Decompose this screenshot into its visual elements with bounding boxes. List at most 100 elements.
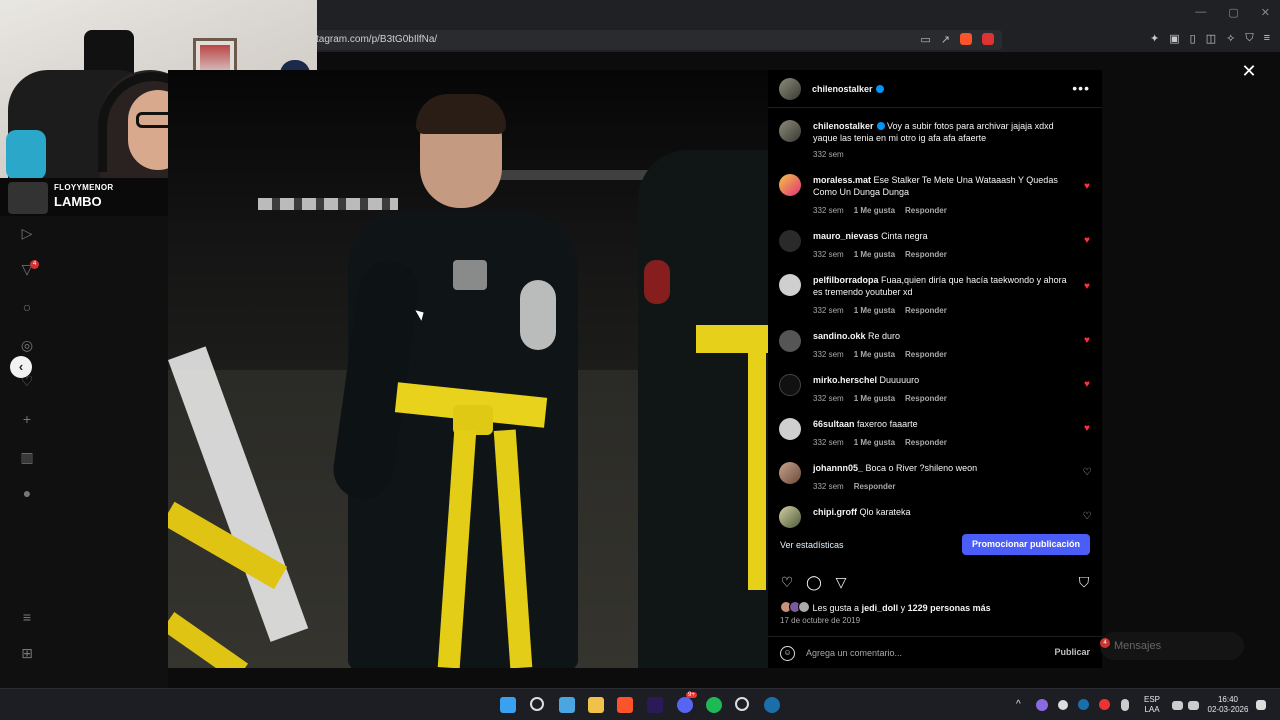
- reply-button[interactable]: Responder: [905, 206, 947, 215]
- comment-like-heart-icon[interactable]: ♥: [1082, 336, 1092, 346]
- file-explorer-icon[interactable]: [588, 697, 604, 713]
- spotify-icon[interactable]: [706, 697, 722, 713]
- commenter-avatar[interactable]: [779, 230, 801, 252]
- keyboard-language[interactable]: ESP LAA: [1140, 695, 1164, 715]
- reply-button[interactable]: Responder: [905, 306, 947, 315]
- extensions-icon[interactable]: ✦: [1150, 32, 1159, 45]
- tray-headset-icon[interactable]: [1058, 700, 1068, 710]
- minimize-button[interactable]: —: [1195, 6, 1206, 19]
- comment-like-heart-icon[interactable]: ♥: [1082, 424, 1092, 434]
- reply-button[interactable]: Responder: [905, 438, 947, 447]
- comment-bubble-icon[interactable]: ◯: [806, 574, 822, 590]
- network-icon[interactable]: [1172, 701, 1183, 710]
- clock[interactable]: 16:40 02-03-2026: [1206, 695, 1250, 715]
- share-send-icon[interactable]: ▽: [833, 574, 849, 590]
- tray-antivirus-icon[interactable]: [1099, 699, 1110, 710]
- close-window-button[interactable]: ✕: [1261, 6, 1270, 19]
- comment-likes[interactable]: 1 Me gusta: [854, 438, 895, 447]
- comment-like-heart-outline-icon[interactable]: ♡: [1082, 512, 1092, 522]
- profile-avatar-icon[interactable]: ●: [18, 484, 36, 502]
- photos-app-icon[interactable]: [559, 697, 575, 713]
- discord-icon[interactable]: [677, 697, 693, 713]
- caption-avatar[interactable]: [779, 120, 801, 142]
- dashboard-icon[interactable]: ▥: [18, 448, 36, 466]
- reply-button[interactable]: Responder: [905, 350, 947, 359]
- commenter-avatar[interactable]: [779, 462, 801, 484]
- taskbar-search-icon[interactable]: [530, 697, 544, 711]
- author-avatar[interactable]: [779, 78, 801, 100]
- more-options-icon[interactable]: •••: [1072, 80, 1090, 96]
- also-from-meta-icon[interactable]: ⊞: [18, 644, 36, 662]
- commenter-username[interactable]: johannn05_: [813, 463, 863, 473]
- author-username[interactable]: chilenostalker: [812, 84, 884, 94]
- maximize-button[interactable]: ▢: [1228, 6, 1238, 19]
- likes-count[interactable]: 1229 personas más: [908, 603, 991, 613]
- comment-like-heart-icon[interactable]: ♥: [1082, 236, 1092, 246]
- close-modal-icon[interactable]: ✕: [1240, 62, 1258, 80]
- address-bar[interactable]: tagram.com/p/B3tG0bIlfNa/ ▭ ↗: [316, 30, 1002, 50]
- commenter-username[interactable]: sandino.okk: [813, 331, 866, 341]
- reply-button[interactable]: Responder: [905, 250, 947, 259]
- reply-button[interactable]: Responder: [905, 394, 947, 403]
- commenter-avatar[interactable]: [779, 330, 801, 352]
- likes-summary[interactable]: Les gusta a jedi_doll y 1229 personas má…: [780, 601, 991, 613]
- post-image[interactable]: [168, 70, 768, 668]
- more-menu-icon[interactable]: ≡: [18, 608, 36, 626]
- share-icon[interactable]: ↗: [941, 33, 950, 46]
- brave-shield-icon[interactable]: [960, 33, 972, 45]
- view-insights-link[interactable]: Ver estadísticas: [780, 540, 844, 550]
- tray-mic-icon[interactable]: [1121, 699, 1129, 711]
- start-menu-icon[interactable]: [500, 697, 516, 713]
- steam-icon[interactable]: [764, 697, 780, 713]
- comment-like-heart-icon[interactable]: ♥: [1082, 380, 1092, 390]
- search-icon[interactable]: ○: [18, 298, 36, 316]
- notifications-center-icon[interactable]: [1256, 700, 1266, 710]
- brave-browser-icon[interactable]: [617, 697, 633, 713]
- tray-app-icon[interactable]: [1036, 699, 1048, 711]
- commenter-username[interactable]: mauro_nievass: [813, 231, 879, 241]
- comment-like-heart-outline-icon[interactable]: ♡: [1082, 468, 1092, 478]
- menu-icon[interactable]: ≡: [1264, 32, 1270, 45]
- save-bookmark-icon[interactable]: ⛉: [1076, 574, 1092, 590]
- commenter-username[interactable]: chipi.groff: [813, 507, 857, 517]
- commenter-username[interactable]: pelfilborradopa: [813, 275, 879, 285]
- commenter-username[interactable]: moraless.mat: [813, 175, 871, 185]
- comment-likes[interactable]: 1 Me gusta: [854, 394, 895, 403]
- reply-button[interactable]: Responder: [854, 482, 896, 491]
- commenter-avatar-default[interactable]: [779, 418, 801, 440]
- volume-icon[interactable]: [1188, 701, 1199, 710]
- brave-rewards-icon[interactable]: [982, 33, 994, 45]
- leo-ai-icon[interactable]: ✧: [1226, 32, 1235, 45]
- obs-icon[interactable]: [735, 697, 749, 711]
- cast-icon[interactable]: ▭: [920, 33, 930, 46]
- commenter-avatar[interactable]: [779, 374, 801, 396]
- tray-steam-icon[interactable]: [1078, 699, 1089, 710]
- emoji-icon[interactable]: ☺: [780, 646, 795, 661]
- publish-comment-button[interactable]: Publicar: [1054, 647, 1090, 657]
- commenter-avatar[interactable]: [779, 174, 801, 196]
- comment-like-heart-icon[interactable]: ♥: [1082, 282, 1092, 292]
- tray-overflow-icon[interactable]: ^: [1016, 700, 1021, 710]
- messages-button[interactable]: 4 Mensajes: [1100, 632, 1244, 660]
- like-heart-icon[interactable]: ♡: [779, 574, 795, 590]
- commenter-avatar-default[interactable]: [779, 274, 801, 296]
- premiere-pro-icon[interactable]: [647, 697, 663, 713]
- comment-likes[interactable]: 1 Me gusta: [854, 206, 895, 215]
- comment-input[interactable]: [806, 645, 1036, 661]
- comment-likes[interactable]: 1 Me gusta: [854, 250, 895, 259]
- commenter-username[interactable]: mirko.herschel: [813, 375, 877, 385]
- commenter-username[interactable]: 66sultaan: [813, 419, 855, 429]
- comment-likes[interactable]: 1 Me gusta: [854, 350, 895, 359]
- previous-post-button[interactable]: ‹: [10, 356, 32, 378]
- explore-icon[interactable]: ◎: [18, 336, 36, 354]
- comment-like-heart-icon[interactable]: ♥: [1082, 182, 1092, 192]
- reels-icon[interactable]: ▷: [18, 224, 36, 242]
- sidebar-toggle-icon[interactable]: ▯: [1190, 32, 1196, 45]
- tabs-icon[interactable]: ◫: [1206, 32, 1216, 45]
- promote-post-button[interactable]: Promocionar publicación: [961, 534, 1090, 555]
- commenter-avatar[interactable]: [779, 506, 801, 528]
- liker-username[interactable]: jedi_doll: [862, 603, 899, 613]
- create-icon[interactable]: +: [18, 410, 36, 428]
- wallet-icon[interactable]: ▣: [1169, 32, 1179, 45]
- vpn-shield-icon[interactable]: ⛉: [1245, 32, 1253, 45]
